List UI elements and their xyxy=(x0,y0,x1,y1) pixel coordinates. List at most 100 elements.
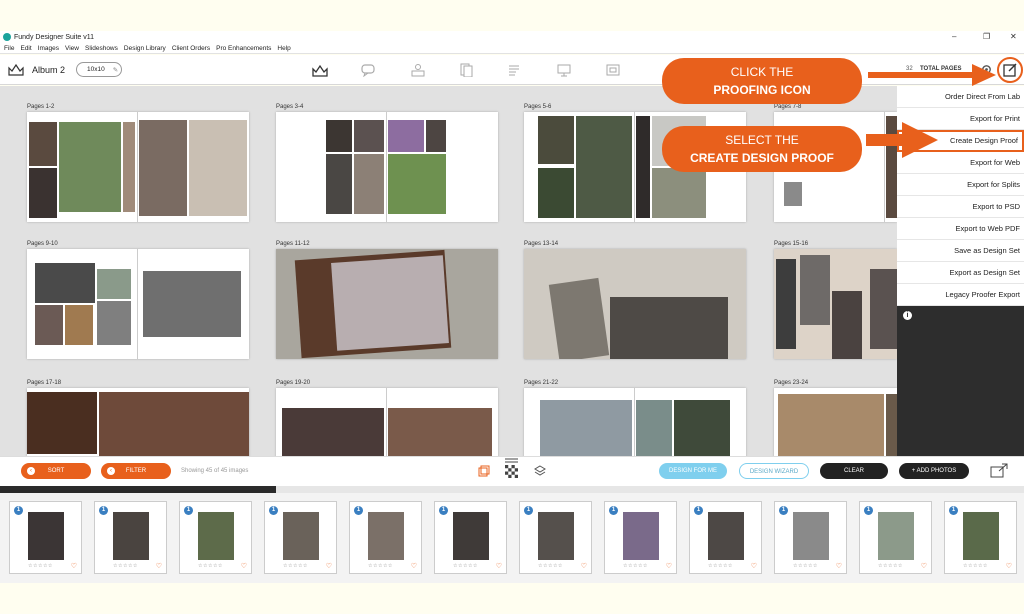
photo-thumbnail[interactable]: 1 ☆☆☆☆☆ ♡ xyxy=(944,501,1017,574)
spread-pages-19-20[interactable] xyxy=(276,388,498,456)
photo-thumbnail[interactable]: 1 ☆☆☆☆☆ ♡ xyxy=(94,501,167,574)
heart-icon[interactable]: ♡ xyxy=(581,562,587,570)
export-images-icon[interactable] xyxy=(990,463,1008,478)
album-mode-icon[interactable] xyxy=(312,63,328,77)
grid-view-icon[interactable] xyxy=(505,465,518,478)
photo-thumbnail[interactable]: 1 ☆☆☆☆☆ ♡ xyxy=(9,501,82,574)
drag-handle-icon[interactable] xyxy=(505,458,518,463)
star-rating[interactable]: ☆☆☆☆☆ xyxy=(963,563,988,569)
filter-button[interactable]: ‹ FILTER xyxy=(101,463,171,479)
spread-pages-1-2[interactable] xyxy=(27,112,249,222)
photo-stack-icon[interactable] xyxy=(478,465,490,477)
star-rating[interactable]: ☆☆☆☆☆ xyxy=(453,563,478,569)
photo-thumbnail[interactable]: 1 ☆☆☆☆☆ ♡ xyxy=(689,501,762,574)
heart-icon[interactable]: ♡ xyxy=(836,562,842,570)
wall-art-icon[interactable] xyxy=(605,63,621,77)
photo-thumbnail[interactable]: 1 ☆☆☆☆☆ ♡ xyxy=(774,501,847,574)
photo-thumbnail[interactable]: 1 ☆☆☆☆☆ ♡ xyxy=(519,501,592,574)
menu-export-to-web-pdf[interactable]: Export to Web PDF xyxy=(897,218,1024,240)
menu-export-to-psd[interactable]: Export to PSD xyxy=(897,196,1024,218)
chat-icon[interactable] xyxy=(361,63,377,77)
close-button[interactable]: ✕ xyxy=(1010,31,1017,43)
heart-icon[interactable]: ♡ xyxy=(71,562,77,570)
usage-count-badge: 1 xyxy=(99,506,108,515)
menu-legacy-proofer-export[interactable]: Legacy Proofer Export xyxy=(897,284,1024,306)
menu-order-direct-from-lab[interactable]: Order Direct From Lab xyxy=(897,86,1024,108)
spread-label: Pages 15-16 xyxy=(774,241,809,247)
spread-pages-23-24[interactable] xyxy=(774,388,897,456)
heart-icon[interactable]: ♡ xyxy=(1006,562,1012,570)
pages-icon[interactable] xyxy=(458,63,474,77)
menu-export-for-splits[interactable]: Export for Splits xyxy=(897,174,1024,196)
photo xyxy=(97,301,131,345)
design-for-me-button[interactable]: DESIGN FOR ME xyxy=(659,463,727,479)
star-rating[interactable]: ☆☆☆☆☆ xyxy=(368,563,393,569)
spread-pages-17-18[interactable] xyxy=(27,388,249,456)
menu-save-as-design-set[interactable]: Save as Design Set xyxy=(897,240,1024,262)
heart-icon[interactable]: ♡ xyxy=(156,562,162,570)
menu-images[interactable]: Images xyxy=(38,45,59,52)
spread-pages-3-4[interactable] xyxy=(276,112,498,222)
spread-pages-11-12[interactable] xyxy=(276,249,498,359)
heart-icon[interactable]: ♡ xyxy=(496,562,502,570)
photo-thumbnail[interactable]: 1 ☆☆☆☆☆ ♡ xyxy=(349,501,422,574)
edit-pencil-icon[interactable]: ✎ xyxy=(113,66,118,74)
album-icon[interactable] xyxy=(8,63,24,76)
heart-icon[interactable]: ♡ xyxy=(326,562,332,570)
clear-button[interactable]: CLEAR xyxy=(820,463,888,479)
maximize-button[interactable]: ❐ xyxy=(983,31,990,43)
spread-label: Pages 19-20 xyxy=(276,380,311,386)
menu-help[interactable]: Help xyxy=(277,45,290,52)
info-icon[interactable]: i xyxy=(903,311,912,320)
thumbnail-image xyxy=(963,512,999,560)
spread-fold xyxy=(386,112,387,222)
menu-view[interactable]: View xyxy=(65,45,79,52)
heart-icon[interactable]: ♡ xyxy=(921,562,927,570)
menu-export-as-design-set[interactable]: Export as Design Set xyxy=(897,262,1024,284)
star-rating[interactable]: ☆☆☆☆☆ xyxy=(28,563,53,569)
menu-pro-enhancements[interactable]: Pro Enhancements xyxy=(216,45,271,52)
design-wizard-button[interactable]: DESIGN WIZARD xyxy=(739,463,809,479)
star-rating[interactable]: ☆☆☆☆☆ xyxy=(113,563,138,569)
people-icon[interactable] xyxy=(410,63,426,77)
photo-thumbnail[interactable]: 1 ☆☆☆☆☆ ♡ xyxy=(434,501,507,574)
minimize-button[interactable]: – xyxy=(952,31,956,43)
star-rating[interactable]: ☆☆☆☆☆ xyxy=(793,563,818,569)
photo-thumbnail[interactable]: 1 ☆☆☆☆☆ ♡ xyxy=(604,501,677,574)
photo-thumbnail[interactable]: 1 ☆☆☆☆☆ ♡ xyxy=(859,501,932,574)
spread-pages-9-10[interactable] xyxy=(27,249,249,359)
scrollbar-thumb[interactable] xyxy=(0,486,277,493)
spread-pages-15-16[interactable] xyxy=(774,249,897,359)
star-rating[interactable]: ☆☆☆☆☆ xyxy=(708,563,733,569)
menu-edit[interactable]: Edit xyxy=(20,45,31,52)
star-rating[interactable]: ☆☆☆☆☆ xyxy=(538,563,563,569)
star-rating[interactable]: ☆☆☆☆☆ xyxy=(283,563,308,569)
star-rating[interactable]: ☆☆☆☆☆ xyxy=(878,563,903,569)
spread-pages-13-14[interactable] xyxy=(524,249,746,359)
spread-label: Pages 7-8 xyxy=(774,104,802,110)
photo xyxy=(326,154,352,214)
heart-icon[interactable]: ♡ xyxy=(241,562,247,570)
presentation-icon[interactable] xyxy=(556,63,572,77)
star-rating[interactable]: ☆☆☆☆☆ xyxy=(623,563,648,569)
photo-thumbnail[interactable]: 1 ☆☆☆☆☆ ♡ xyxy=(179,501,252,574)
proofing-icon[interactable] xyxy=(997,57,1023,83)
list-edit-icon[interactable] xyxy=(507,63,523,77)
sort-button[interactable]: ‹ SORT xyxy=(21,463,91,479)
callout-2-line2: CREATE DESIGN PROOF xyxy=(690,151,834,165)
heart-icon[interactable]: ♡ xyxy=(411,562,417,570)
filmstrip-scrollbar[interactable] xyxy=(0,486,1024,493)
album-size-selector[interactable]: 10x10 ✎ xyxy=(76,62,122,77)
menu-file[interactable]: File xyxy=(4,45,14,52)
add-photos-button[interactable]: + ADD PHOTOS xyxy=(899,463,969,479)
menu-slideshows[interactable]: Slideshows xyxy=(85,45,118,52)
spread-pages-21-22[interactable] xyxy=(524,388,746,456)
photo-thumbnail[interactable]: 1 ☆☆☆☆☆ ♡ xyxy=(264,501,337,574)
heart-icon[interactable]: ♡ xyxy=(751,562,757,570)
thumbnail-image xyxy=(198,512,234,560)
menu-client-orders[interactable]: Client Orders xyxy=(172,45,210,52)
menu-design-library[interactable]: Design Library xyxy=(124,45,166,52)
heart-icon[interactable]: ♡ xyxy=(666,562,672,570)
star-rating[interactable]: ☆☆☆☆☆ xyxy=(198,563,223,569)
layers-icon[interactable] xyxy=(534,465,546,477)
